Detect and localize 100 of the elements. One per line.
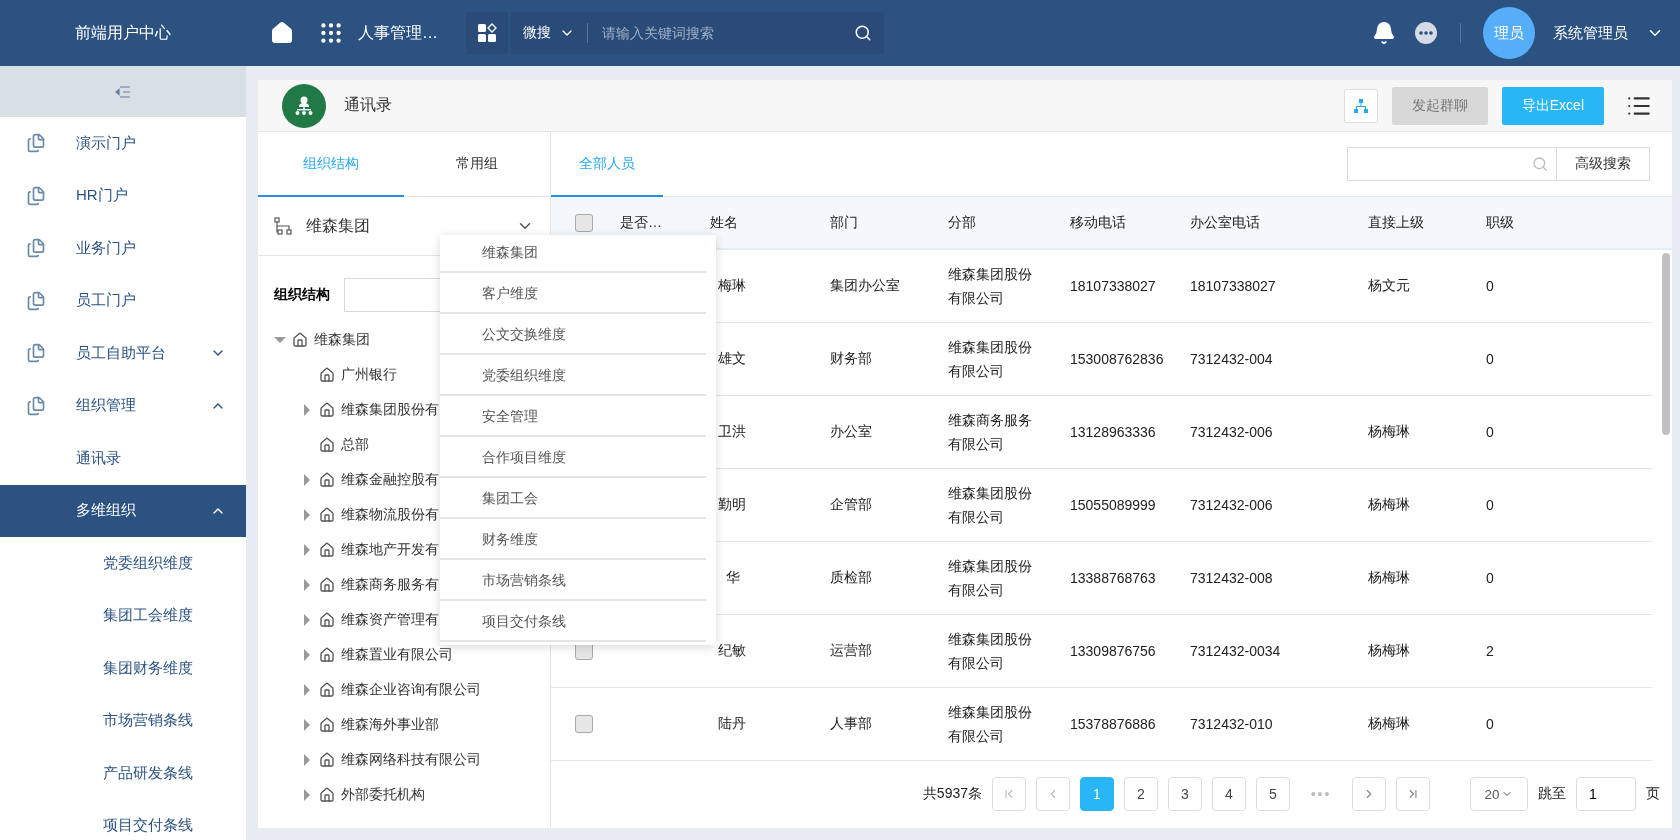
search-scope[interactable]: 微搜 [523,24,551,42]
search-field[interactable] [1347,147,1557,181]
tree-node[interactable]: 维森企业咨询有限公司 [341,680,481,699]
tree-node[interactable]: 维森海外事业部 [341,715,439,734]
dropdown-item[interactable]: 安全管理 [440,399,706,437]
more-icon[interactable] [1414,21,1438,45]
dimension-value: 维森集团 [306,215,370,236]
tree-node[interactable]: 外部委托机构 [341,785,425,804]
column-header[interactable]: 姓名 [710,213,830,232]
collapsed-triangle-icon[interactable] [301,403,313,416]
dropdown-item[interactable]: 合作项目维度 [440,440,706,478]
tree-node[interactable]: 维森置业有限公司 [341,645,453,664]
collapsed-triangle-icon[interactable] [301,578,313,591]
sidebar-item[interactable]: HR门户 [0,169,246,222]
dropdown-item[interactable]: 项目交付条线 [440,604,706,642]
table-cell-text: 陆丹 [717,715,747,733]
table-cell-text: 153008762836 [1070,351,1165,367]
tree-node[interactable]: 维森地产开发有 [341,540,439,559]
tree-node[interactable]: 维森网络科技有限公司 [341,750,481,769]
column-header[interactable]: 办公室电话 [1190,213,1368,232]
collapsed-triangle-icon[interactable] [301,543,313,556]
tree-node[interactable]: 维森资产管理有 [341,610,439,629]
home-icon[interactable] [270,21,294,45]
collapsed-triangle-icon[interactable] [301,508,313,521]
user-name[interactable]: 系统管理员 [1553,23,1628,43]
sidebar-item[interactable]: 员工门户 [0,274,246,327]
sidebar-item[interactable]: 项目交付条线 [0,799,246,840]
collapsed-triangle-icon[interactable] [301,473,313,486]
tree-node[interactable]: 维森集团股份有 [341,400,439,419]
collapsed-triangle-icon[interactable] [301,788,313,801]
sidebar-item[interactable]: 市场营销条线 [0,694,246,747]
dropdown-item[interactable]: 公文交换维度 [440,317,706,355]
house-icon [319,646,335,663]
tree-node[interactable]: 维森物流股份有 [341,505,439,524]
sidebar-item[interactable]: 员工自助平台 [0,327,246,380]
collapsed-triangle-icon[interactable] [301,613,313,626]
row-checkbox[interactable] [575,715,593,733]
sidebar-item[interactable]: 演示门户 [0,117,246,170]
sidebar-item[interactable]: 党委组织维度 [0,537,246,590]
dropdown-item[interactable]: 客户维度 [440,276,706,314]
page-size-select[interactable]: 20 [1470,777,1528,811]
app-title: 前端用户中心 [74,22,172,43]
module-name[interactable]: 人事管理… [358,22,438,44]
sidebar-item[interactable]: 业务门户 [0,222,246,275]
page-button[interactable]: 5 [1256,777,1290,811]
column-header[interactable]: 部门 [830,213,948,232]
table-cell-text: 7312432-010 [1190,716,1274,732]
page-button[interactable]: 4 [1212,777,1246,811]
page-input[interactable]: 1 [1576,777,1636,811]
sidebar-item[interactable]: 多维组织 [0,484,246,537]
table-cell-text: 15055089999 [1070,497,1157,513]
sidebar-item[interactable]: 产品研发条线 [0,747,246,800]
column-header[interactable]: 移动电话 [1070,213,1190,232]
sidebar-item[interactable]: 集团工会维度 [0,589,246,642]
tree-node[interactable]: 维森金融控股有 [341,470,439,489]
document-icon [26,343,46,364]
tree-node[interactable]: 广州银行 [341,365,397,384]
collapse-icon[interactable] [115,85,131,98]
document-icon [26,133,46,154]
table-cell-text: 杨梅琳 [1368,496,1411,514]
grid-icon[interactable] [318,20,344,46]
collapsed-triangle-icon[interactable] [301,648,313,661]
dropdown-item[interactable]: 党委组织维度 [440,358,706,396]
tab[interactable]: 常用组 [404,132,550,197]
page-button[interactable]: 3 [1168,777,1202,811]
column-header[interactable]: 是否… [620,213,710,232]
house-icon [319,436,335,453]
dropdown-item[interactable]: 财务维度 [440,522,706,560]
tree-node[interactable]: 维森集团 [314,330,370,349]
tree-node[interactable]: 总部 [341,435,369,454]
advanced-search-button[interactable]: 高级搜索 [1557,147,1650,181]
last-page-button[interactable] [1396,777,1430,811]
select-all-checkbox[interactable] [575,213,593,232]
search-input[interactable]: 请输入关键词搜索 [600,24,846,42]
table-cell-text: 13309876756 [1070,643,1157,659]
dropdown-item[interactable]: 市场营销条线 [440,563,706,601]
table-cell-text: 0 [1486,351,1495,367]
table-cell-text: 财务部 [830,350,873,368]
sidebar-item[interactable]: 集团财务维度 [0,642,246,695]
search-icon[interactable] [854,24,872,42]
org-chart-button[interactable] [1343,88,1378,123]
collapsed-triangle-icon[interactable] [301,683,313,696]
table-cell-text: 纪敏 [717,642,747,660]
column-header[interactable]: 直接上级 [1368,213,1486,232]
table-cell-text: 集团办公室 [830,277,901,295]
collapsed-triangle-icon[interactable] [301,753,313,766]
table-cell-text: 维森集团股份有限公司 [948,338,1033,381]
page-button[interactable]: 2 [1124,777,1158,811]
sidebar-item[interactable]: 组织管理 [0,379,246,432]
apps-icon[interactable] [466,12,508,54]
column-header[interactable]: 职级 [1486,213,1672,232]
global-search[interactable]: 微搜 请输入关键词搜索 [511,12,884,54]
scrollbar[interactable] [1662,253,1670,435]
collapsed-triangle-icon[interactable] [301,718,313,731]
bell-icon[interactable] [1372,21,1396,45]
sidebar-item[interactable]: 通讯录 [0,432,246,485]
house-icon [319,366,335,383]
dropdown-item[interactable]: 集团工会 [440,481,706,519]
tree-node[interactable]: 维森商务服务有 [341,575,439,594]
column-header[interactable]: 分部 [948,213,1070,232]
